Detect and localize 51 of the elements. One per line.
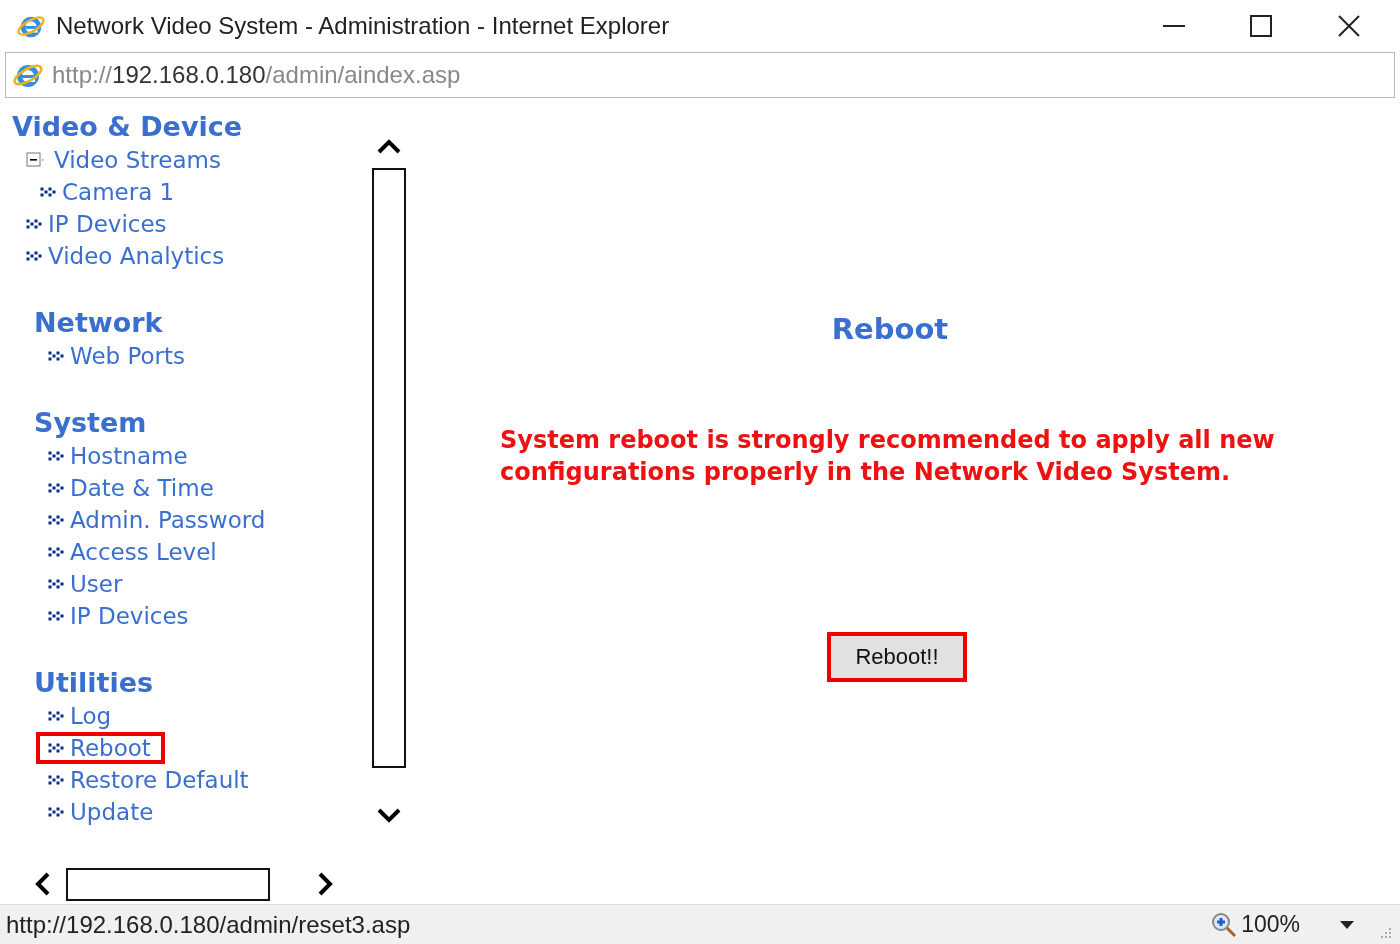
nav-link[interactable]: IP Devices [14, 208, 181, 240]
nav-link[interactable]: Web Ports [36, 340, 200, 372]
address-url: http://192.168.0.180/admin/aindex.asp [52, 60, 461, 90]
double-arrow-bullet-icon [48, 774, 64, 786]
nav-link[interactable]: Log [36, 700, 126, 732]
double-arrow-bullet-icon [48, 806, 64, 818]
section-heading: Network [34, 306, 164, 340]
double-arrow-bullet-icon [26, 218, 42, 230]
double-arrow-bullet-icon [48, 742, 64, 754]
nav-link[interactable]: IP Devices [36, 600, 203, 632]
nav-link[interactable]: Access Level [36, 536, 231, 568]
nav-link[interactable]: Admin. Password [36, 504, 280, 536]
double-arrow-bullet-icon [48, 546, 64, 558]
nav-link[interactable]: User [36, 568, 137, 600]
double-arrow-bullet-icon [48, 610, 64, 622]
double-arrow-bullet-icon [48, 482, 64, 494]
address-bar[interactable]: http://192.168.0.180/admin/aindex.asp [5, 52, 1395, 98]
double-arrow-bullet-icon [48, 514, 64, 526]
double-arrow-bullet-icon [48, 710, 64, 722]
double-arrow-bullet-icon [48, 350, 64, 362]
horizontal-scrollbar[interactable] [66, 867, 270, 901]
nav-link[interactable]: Date & Time [36, 472, 228, 504]
double-arrow-bullet-icon [48, 578, 64, 590]
scroll-right-icon[interactable] [318, 872, 334, 896]
section-heading: System [34, 406, 148, 440]
window-title: Network Video System - Administration - Internet Explorer [56, 11, 670, 41]
nav-link[interactable]: Video Streams [14, 144, 235, 176]
reboot-button[interactable]: Reboot!! [827, 631, 967, 682]
nav-link[interactable]: Reboot [36, 732, 165, 764]
nav-link[interactable]: Hostname [36, 440, 202, 472]
scroll-left-icon[interactable] [34, 872, 50, 896]
double-arrow-bullet-icon [40, 186, 56, 198]
nav-link[interactable]: Restore Default [36, 764, 263, 796]
dropdown-caret-icon[interactable] [1340, 920, 1354, 929]
close-icon[interactable] [1338, 15, 1360, 37]
zoom-icon [1211, 911, 1238, 938]
warning-message: System reboot is strongly recommended to apply all new configurations properly in the Network Video System. [500, 424, 1276, 488]
vertical-scrollbar[interactable] [372, 168, 406, 768]
section-heading: Utilities [34, 666, 155, 700]
double-arrow-bullet-icon [26, 250, 42, 262]
page-title: Reboot [831, 311, 949, 348]
double-arrow-bullet-icon [48, 450, 64, 462]
maximize-icon[interactable] [1250, 15, 1272, 37]
status-url: http://192.168.0.180/admin/reset3.asp [6, 909, 411, 940]
section-heading: Video & Device [12, 110, 244, 144]
scroll-up-icon[interactable] [377, 138, 401, 154]
nav-link[interactable]: Video Analytics [14, 240, 239, 272]
scroll-down-icon[interactable] [377, 808, 401, 824]
nav-link[interactable]: Camera 1 [28, 176, 189, 208]
nav-link[interactable]: Update [36, 796, 168, 828]
zoom-level[interactable]: 100% [1241, 907, 1300, 942]
